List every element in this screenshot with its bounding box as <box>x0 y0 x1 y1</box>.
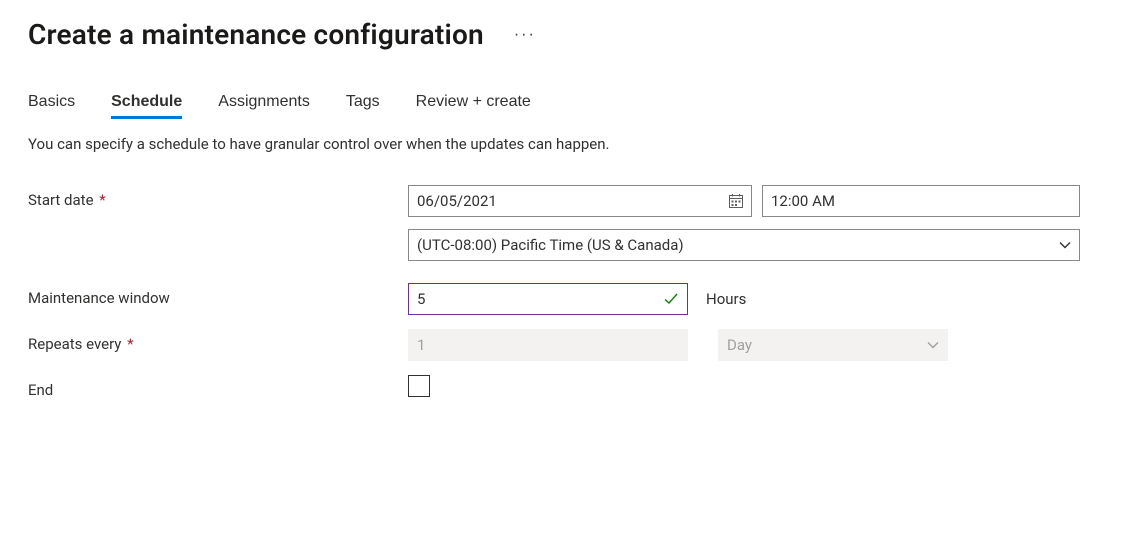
start-date-label-text: Start date <box>28 191 94 209</box>
page-title: Create a maintenance configuration <box>28 18 484 51</box>
ellipsis-icon: ··· <box>514 26 536 43</box>
more-button[interactable]: ··· <box>508 23 542 47</box>
maintenance-window-label: Maintenance window <box>28 283 408 307</box>
maintenance-window-unit: Hours <box>706 290 746 308</box>
required-indicator: * <box>123 335 133 353</box>
start-time-input[interactable] <box>762 185 1080 217</box>
tab-review-create[interactable]: Review + create <box>416 93 531 117</box>
timezone-select[interactable] <box>408 229 1080 261</box>
tab-schedule[interactable]: Schedule <box>111 93 182 117</box>
end-label: End <box>28 375 408 399</box>
repeats-count-input <box>408 329 688 361</box>
repeats-every-label-text: Repeats every <box>28 335 121 353</box>
repeats-every-label: Repeats every * <box>28 329 408 353</box>
start-date-input[interactable] <box>408 185 752 217</box>
end-checkbox[interactable] <box>408 375 430 397</box>
tab-basics[interactable]: Basics <box>28 93 75 117</box>
tab-description: You can specify a schedule to have granu… <box>28 135 1102 153</box>
start-date-label: Start date * <box>28 185 408 209</box>
required-indicator: * <box>96 191 106 209</box>
tab-bar: Basics Schedule Assignments Tags Review … <box>28 93 1102 117</box>
tab-tags[interactable]: Tags <box>346 93 380 117</box>
tab-assignments[interactable]: Assignments <box>218 93 310 117</box>
repeats-unit-select <box>718 329 948 361</box>
maintenance-window-input[interactable] <box>408 283 688 315</box>
